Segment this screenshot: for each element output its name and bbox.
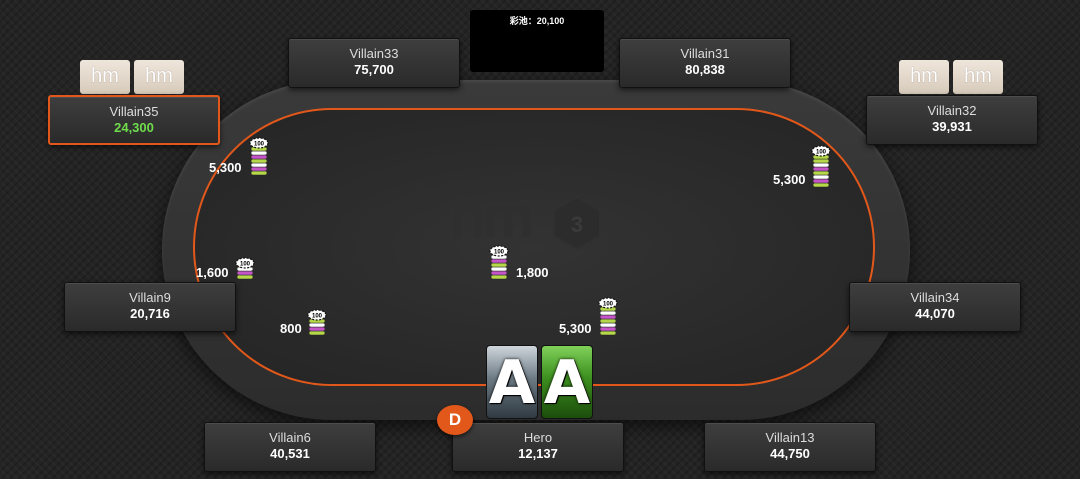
bet-amount-center: 1,800 xyxy=(516,265,549,280)
player-name: Villain32 xyxy=(927,103,977,118)
seat-villain34[interactable]: Villain34 44,070 xyxy=(849,282,1021,332)
chip-stack-villain35: 100 xyxy=(249,137,269,176)
svg-text:100: 100 xyxy=(816,150,827,156)
seat-villain32[interactable]: Villain32 39,931 xyxy=(866,95,1038,145)
player-name: Hero xyxy=(523,430,553,445)
bet-amount-hero: 5,300 xyxy=(559,321,592,336)
player-stack: 44,750 xyxy=(770,446,810,461)
svg-text:100: 100 xyxy=(312,314,323,320)
player-stack: 24,300 xyxy=(114,120,154,135)
svg-text:100: 100 xyxy=(603,302,614,308)
pot-label: 彩池：20,100 xyxy=(509,16,565,26)
chip-stack-villain6: 100 xyxy=(307,309,327,336)
bet-amount-villain6: 800 xyxy=(280,321,302,336)
dealer-button: D xyxy=(437,405,473,435)
player-stack: 39,931 xyxy=(932,119,972,134)
chip-stack-villain32: 100 xyxy=(811,145,831,188)
seat-villain13[interactable]: Villain13 44,750 xyxy=(704,422,876,472)
player-name: Villain35 xyxy=(109,104,159,119)
seat-hero[interactable]: Hero 12,137 xyxy=(452,422,624,472)
player-stack: 40,531 xyxy=(270,446,310,461)
hud-badge[interactable]: hm xyxy=(80,60,130,94)
bet-amount-villain35: 5,300 xyxy=(209,160,242,175)
seat-villain35[interactable]: Villain35 24,300 xyxy=(48,95,220,145)
player-stack: 20,716 xyxy=(130,306,170,321)
player-stack: 75,700 xyxy=(354,62,394,77)
chip-stack-center: 100 xyxy=(489,245,509,280)
hud-badge[interactable]: hm xyxy=(134,60,184,94)
seat-villain31[interactable]: Villain31 80,838 xyxy=(619,38,791,88)
bet-amount-villain32: 5,300 xyxy=(773,172,806,187)
hero-card-2: A xyxy=(541,345,593,419)
bet-amount-villain9: 1,600 xyxy=(196,265,229,280)
hm3-logo-watermark: hm 3 xyxy=(450,185,601,251)
player-stack: 12,137 xyxy=(518,446,558,461)
hero-card-1: A xyxy=(486,345,538,419)
seat-villain9[interactable]: Villain9 20,716 xyxy=(64,282,236,332)
pot-display: 彩池：20,100 xyxy=(470,10,604,72)
player-stack: 44,070 xyxy=(915,306,955,321)
player-name: Villain6 xyxy=(269,430,311,445)
hud-badge[interactable]: hm xyxy=(899,60,949,94)
player-name: Villain33 xyxy=(349,46,399,61)
chip-stack-hero: 100 xyxy=(598,297,618,336)
seat-villain33[interactable]: Villain33 75,700 xyxy=(288,38,460,88)
svg-text:100: 100 xyxy=(240,262,251,268)
svg-text:100: 100 xyxy=(494,250,505,256)
svg-text:3: 3 xyxy=(571,212,583,237)
chip-stack-villain9: 100 xyxy=(235,257,255,280)
player-stack: 80,838 xyxy=(685,62,725,77)
player-name: Villain13 xyxy=(765,430,815,445)
player-name: Villain34 xyxy=(910,290,960,305)
svg-text:100: 100 xyxy=(254,142,265,148)
player-name: Villain31 xyxy=(680,46,730,61)
player-name: Villain9 xyxy=(129,290,171,305)
hud-badge[interactable]: hm xyxy=(953,60,1003,94)
seat-villain6[interactable]: Villain6 40,531 xyxy=(204,422,376,472)
